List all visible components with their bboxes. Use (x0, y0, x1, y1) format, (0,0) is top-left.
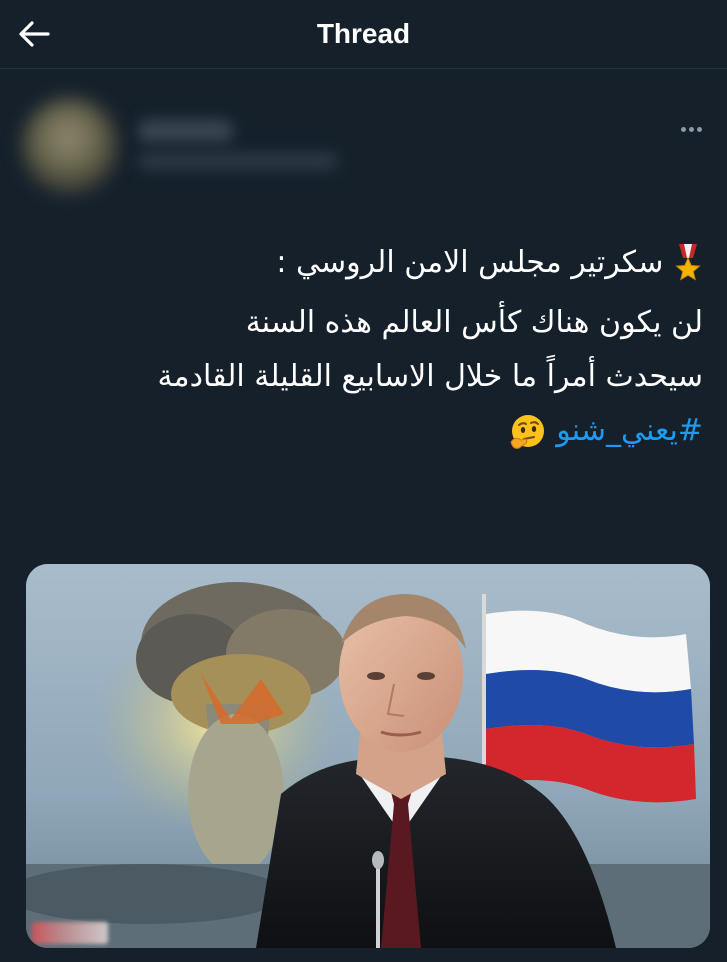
top-bar: Thread (0, 0, 727, 69)
military-medal-icon (675, 243, 701, 281)
tweet-line-1-text: سكرتير مجلس الامن الروسي : (276, 245, 664, 280)
tweet-line-2: لن يكون هناك كأس العالم هذه السنة (245, 305, 703, 340)
tweet-line-4: #يعني_شنو (13, 404, 703, 458)
hashtag-link[interactable]: #يعني_شنو (556, 413, 703, 448)
tweet-text: سكرتير مجلس الامن الروسي : لن يكون هناك … (13, 236, 703, 458)
tweet-line-3: سيحدث أمراً ما خلال الاسابيع القليلة الق… (157, 359, 703, 394)
more-options-button[interactable] (676, 116, 706, 142)
tweet-author (20, 90, 620, 200)
author-handle (138, 152, 338, 170)
more-dot (696, 126, 702, 132)
tweet-media-image[interactable] (26, 564, 710, 948)
more-dot (688, 126, 694, 132)
tweet-line-1: سكرتير مجلس الامن الروسي : (13, 236, 703, 290)
thread-screen: Thread سكرتير مجلس الامن الروسي : لن يكو… (0, 0, 727, 962)
avatar[interactable] (22, 98, 118, 194)
page-title: Thread (316, 18, 411, 49)
author-display-name[interactable] (138, 120, 233, 142)
more-horizontal-icon (680, 126, 686, 132)
photo-illustration (26, 564, 710, 948)
thinking-face-icon (510, 414, 544, 449)
media-watermark (32, 922, 108, 944)
